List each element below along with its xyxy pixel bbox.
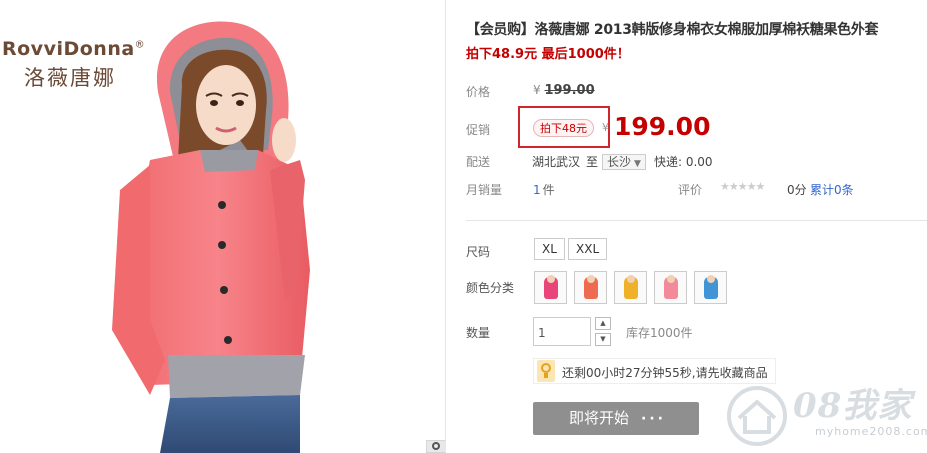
divider [466, 220, 927, 221]
promo-yen: ¥ [602, 121, 609, 134]
quantity-label: 数量 [466, 326, 491, 340]
coming-soon-button[interactable]: 即将开始 ··· [533, 402, 699, 435]
stock-count: 库存1000件 [626, 326, 693, 340]
product-subtitle: 拍下48.9元 最后1000件！ [466, 47, 630, 62]
watermark-url: myhome2008.com [815, 425, 927, 438]
promo-price: 199.00 [614, 112, 711, 141]
quantity-input[interactable]: 1 [533, 317, 591, 346]
chevron-down-icon: ▼ [634, 159, 641, 169]
shipping-destination-select[interactable]: 长沙 ▼ [602, 154, 646, 170]
brand-name-cn: 洛薇唐娜 [24, 66, 116, 90]
price-label: 价格 [466, 85, 491, 99]
color-swatch-rose[interactable] [534, 271, 567, 304]
sales-count: 1件 [533, 183, 555, 197]
color-swatch-orange[interactable] [574, 271, 607, 304]
site-watermark: 08我家 myhome2008.com [723, 378, 927, 453]
size-option-xxl[interactable]: XXL [568, 238, 608, 260]
size-label: 尺码 [466, 245, 491, 259]
house-icon [727, 386, 787, 446]
sales-label: 月销量 [466, 183, 503, 197]
brand-name-en: RovviDonna® [2, 38, 146, 60]
color-swatch-blue[interactable] [694, 271, 727, 304]
color-label: 颜色分类 [466, 281, 515, 295]
brand-logo: RovviDonna® 洛薇唐娜 [2, 38, 145, 92]
review-count-link[interactable]: 累计0条 [810, 181, 854, 198]
product-image-area: RovviDonna® 洛薇唐娜 [0, 0, 446, 453]
color-swatch-yellow[interactable] [614, 271, 647, 304]
product-title: 【会员购】洛薇唐娜 2013韩版修身棉衣女棉服加厚棉袄糖果色外套 [466, 22, 879, 38]
size-option-xl[interactable]: XL [534, 238, 565, 260]
rating-stars-icon: ★★★★★ [720, 180, 765, 193]
promo-tag: 拍下48元 [533, 119, 594, 137]
shipping-fee: 快递: 0.00 [653, 155, 713, 169]
color-swatch-pink[interactable] [654, 271, 687, 304]
zoom-icon[interactable] [426, 440, 445, 453]
quantity-decrease-button[interactable]: ▼ [595, 333, 611, 346]
lightbulb-icon [537, 360, 555, 382]
quantity-increase-button[interactable]: ▲ [595, 317, 611, 330]
shipping-from: 湖北武汉 [532, 155, 581, 169]
original-price: ¥ 199.00 [533, 83, 595, 98]
shipping-label: 配送 [466, 155, 491, 169]
shipping-info: 湖北武汉至长沙 ▼ 快递: 0.00 [532, 153, 713, 170]
rating-label: 评价 [678, 183, 703, 197]
rating-score: 0分 [787, 183, 807, 197]
promo-label: 促销 [466, 123, 491, 137]
watermark-text: 08我家 [793, 386, 913, 426]
shipping-to-label: 至 [586, 155, 599, 169]
